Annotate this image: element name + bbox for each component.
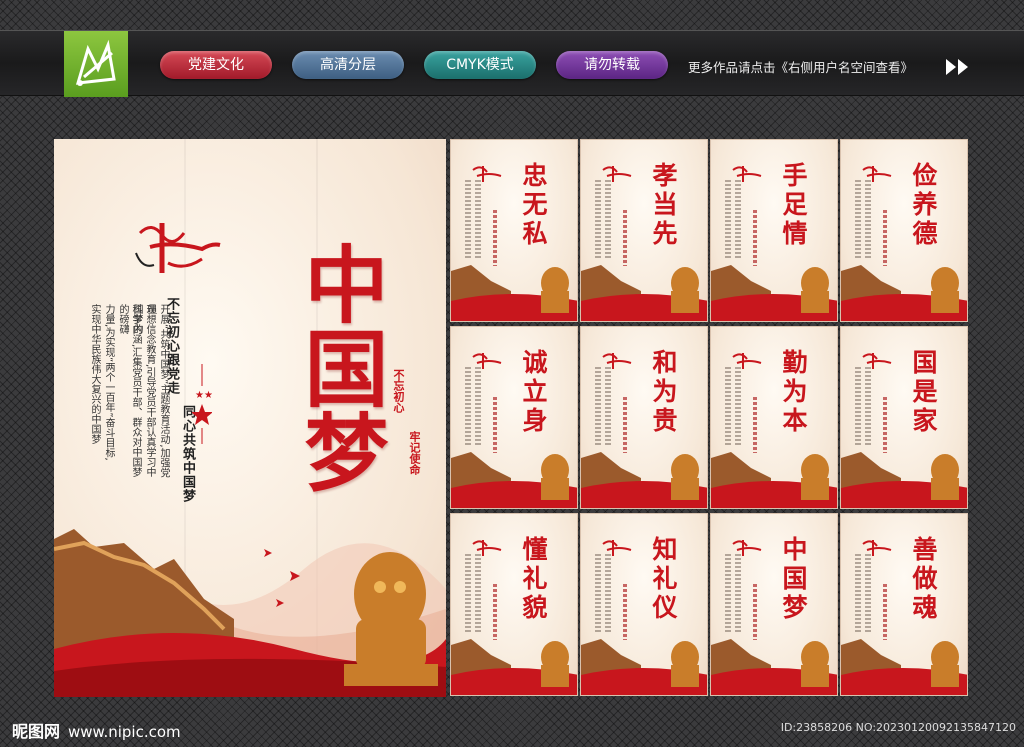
china-dream-calligraphy-logo [135, 223, 221, 273]
body-text-block [475, 554, 481, 634]
poster-card[interactable]: 国是家 [840, 326, 968, 509]
tag-cmyk-mode[interactable]: CMYK模式 [424, 51, 536, 79]
great-wall-lion-scene [711, 265, 837, 321]
poster-card[interactable]: 诚立身 [450, 326, 578, 509]
body-text-block [595, 367, 601, 447]
image-id-text: ID:23858206 NO:20230120092135847120 [780, 721, 1016, 734]
body-text-block [735, 367, 741, 447]
great-wall-lion-scene [451, 639, 577, 695]
poster-title: 勤为本 [779, 349, 808, 436]
great-wall-lion-scene [711, 452, 837, 508]
poster-title: 懂礼貌 [519, 536, 548, 623]
poster-title: 中国梦 [779, 536, 808, 623]
great-wall-lion-scene [841, 265, 967, 321]
tag-hd-layers[interactable]: 高清分层 [292, 51, 404, 79]
brand-name: 昵图网 [12, 722, 61, 741]
poster-card[interactable]: 和为贵 [580, 326, 708, 509]
more-works-link[interactable]: 更多作品请点击《右侧用户名空间查看》 [688, 57, 913, 76]
great-wall-lion-scene [711, 639, 837, 695]
body-text-line: 力量,为实现“两个一百年”奋斗目标, [103, 304, 114, 461]
header-bar: 党建文化 高清分层 CMYK模式 请勿转载 更多作品请点击《右侧用户名空间查看》 [0, 30, 1024, 97]
body-text-block [725, 554, 731, 634]
red-stars-icon: ★★★ [192, 364, 212, 444]
watermark-brand: 昵图网 www.nipic.com [12, 718, 181, 742]
seal-text-2: 牢记使命 [408, 431, 421, 475]
poster-card[interactable]: 俭养德 [840, 139, 968, 322]
body-text-line: 科学内涵,汇集党员干部、群众对中国梦的磅礴 [117, 304, 141, 478]
poster-title: 知礼仪 [649, 536, 678, 623]
poster-title: 和为贵 [649, 349, 678, 436]
body-text-block [605, 180, 611, 260]
poster-card[interactable]: 勤为本 [710, 326, 838, 509]
body-text-block [475, 180, 481, 260]
body-text-block [465, 554, 471, 634]
body-text-block [725, 180, 731, 260]
great-wall-lion-scene [581, 639, 707, 695]
main-poster: 不忘初心跟党走 同心共筑中国梦 ★★★ 开展“共筑中国梦”主题教育活动,加强党员… [54, 139, 446, 697]
svg-text:★★★: ★★★ [195, 390, 212, 401]
body-text-line: 实现中华民族伟大复兴的中国梦 [89, 304, 100, 444]
body-text-block [595, 554, 601, 634]
great-wall-lion-scene [54, 529, 446, 697]
body-text-block [605, 367, 611, 447]
site-logo[interactable] [64, 31, 128, 97]
body-text-block [725, 367, 731, 447]
great-wall-lion-scene [841, 452, 967, 508]
body-text-block [855, 367, 861, 447]
body-text-block [865, 180, 871, 260]
great-wall-lion-scene [581, 452, 707, 508]
body-text-block [855, 180, 861, 260]
body-text-block [865, 554, 871, 634]
body-text-block [475, 367, 481, 447]
poster-card[interactable]: 中国梦 [710, 513, 838, 696]
seal-text-1: 不忘初心 [392, 369, 405, 413]
poster-card[interactable]: 忠无私 [450, 139, 578, 322]
body-text-block [595, 180, 601, 260]
brand-site: www.nipic.com [68, 723, 181, 741]
great-wall-lion-scene [581, 265, 707, 321]
poster-card[interactable]: 懂礼貌 [450, 513, 578, 696]
poster-title: 俭养德 [909, 162, 938, 249]
body-text-block [465, 367, 471, 447]
poster-title: 忠无私 [519, 162, 548, 249]
great-wall-lion-scene [451, 452, 577, 508]
body-text-block [735, 554, 741, 634]
poster-card[interactable]: 孝当先 [580, 139, 708, 322]
great-wall-lion-scene [841, 639, 967, 695]
poster-title: 中国梦 [291, 241, 390, 493]
poster-title: 国是家 [909, 349, 938, 436]
body-text-block [605, 554, 611, 634]
poster-card[interactable]: 知礼仪 [580, 513, 708, 696]
poster-title: 手足情 [779, 162, 808, 249]
poster-title: 诚立身 [519, 349, 548, 436]
great-wall-lion-scene [451, 265, 577, 321]
body-text-block [865, 367, 871, 447]
poster-card[interactable]: 善做魂 [840, 513, 968, 696]
poster-title: 孝当先 [649, 162, 678, 249]
pen-nib-logo-icon [75, 39, 116, 86]
tag-party-culture[interactable]: 党建文化 [160, 51, 272, 79]
double-chevron-right-icon[interactable] [944, 57, 972, 77]
poster-title: 善做魂 [909, 536, 938, 623]
tag-no-repost[interactable]: 请勿转载 [556, 51, 668, 79]
body-text-block [855, 554, 861, 634]
body-text-block [465, 180, 471, 260]
body-text-block [735, 180, 741, 260]
poster-card[interactable]: 手足情 [710, 139, 838, 322]
